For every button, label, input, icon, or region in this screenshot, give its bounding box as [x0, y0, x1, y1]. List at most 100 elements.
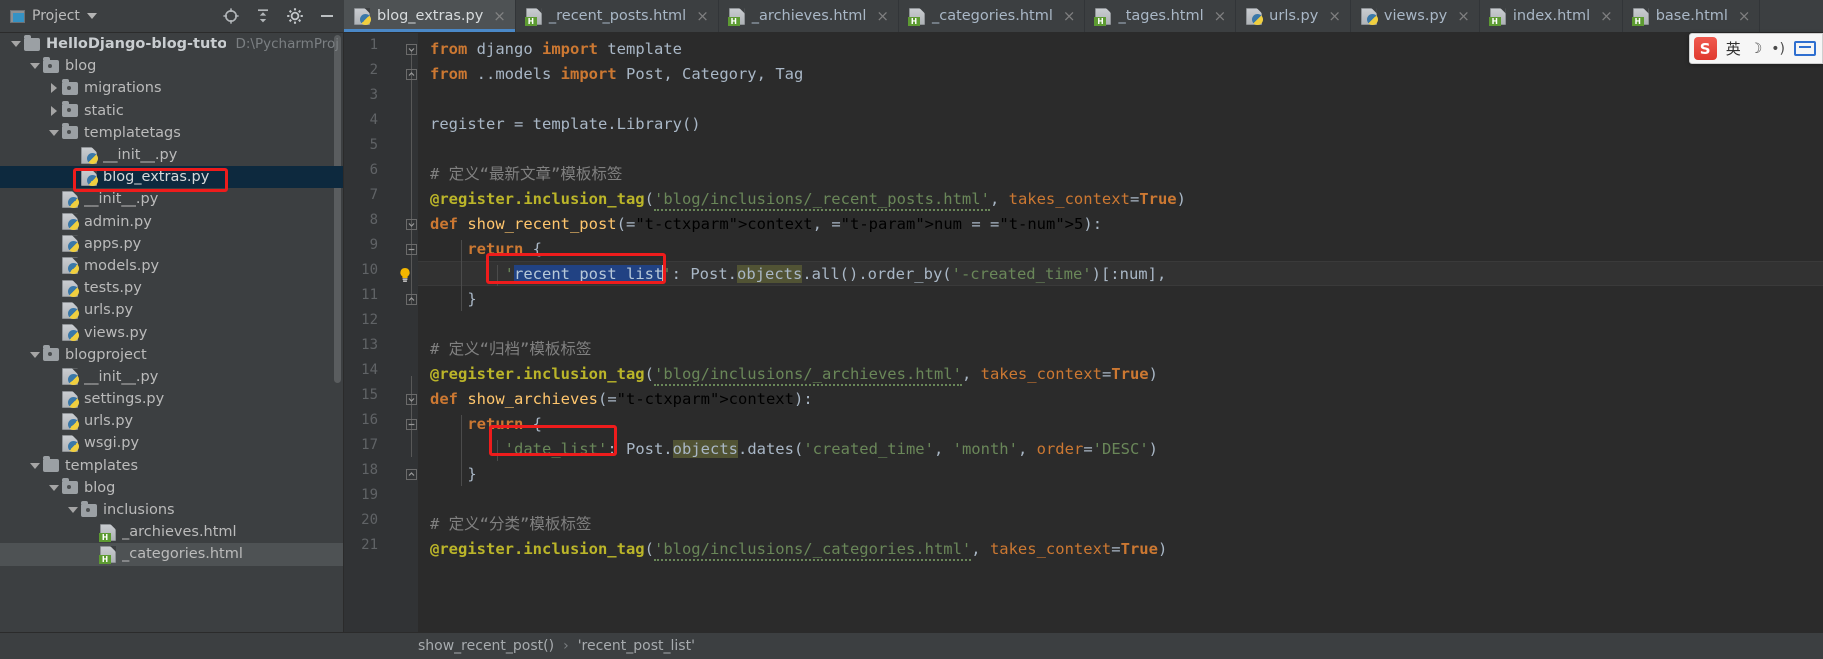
tree-item-templates[interactable]: templates [0, 455, 343, 477]
code-line[interactable]: from ..models import Post, Category, Tag [430, 62, 803, 87]
close-icon[interactable]: × [876, 8, 889, 24]
editor-tab-views-py[interactable]: views.py × [1351, 0, 1480, 32]
editor-tab-categories-html[interactable]: _categories.html × [899, 0, 1086, 32]
gutter-line-number: 1 [369, 37, 378, 53]
chevron-down-icon[interactable] [8, 41, 24, 48]
tree-item-urls-py[interactable]: urls.py [0, 410, 343, 432]
chevron-down-icon[interactable] [46, 484, 62, 491]
tree-item-hellodjango-blog-tutorial-fxd[interactable]: HelloDjango-blog-tutorial-fxd D:\PycharmP… [0, 33, 343, 55]
fold-rail [411, 376, 412, 457]
folder-module-icon [43, 56, 59, 73]
python-file-icon [62, 190, 79, 208]
code-line[interactable]: 'recent_post_list': Post.objects.all().o… [430, 262, 1166, 287]
project-tree[interactable]: HelloDjango-blog-tutorial-fxd D:\PycharmP… [0, 33, 344, 632]
tree-item-init-py[interactable]: __init__.py [0, 188, 343, 210]
code-line[interactable]: from django import template [430, 37, 682, 62]
editor-tab-archieves-html[interactable]: _archieves.html × [719, 0, 899, 32]
tree-item-blogproject[interactable]: blogproject [0, 344, 343, 366]
tree-item-init-py[interactable]: __init__.py [0, 144, 343, 166]
code-line[interactable]: # 定义“最新文章”模板标签 [430, 162, 622, 187]
keyboard-icon[interactable] [1794, 41, 1816, 56]
close-icon[interactable]: × [1457, 8, 1470, 24]
close-icon[interactable]: × [1600, 8, 1613, 24]
tree-item-migrations[interactable]: migrations [0, 77, 343, 99]
code-line[interactable]: # 定义“分类”模板标签 [430, 512, 591, 537]
collapse-all-icon[interactable] [254, 7, 272, 25]
code-line[interactable]: def show_archieves(="t-ctxparm">context)… [430, 387, 813, 412]
chevron-down-icon[interactable] [27, 351, 43, 358]
code-line[interactable]: @register.inclusion_tag('blog/inclusions… [430, 187, 1186, 212]
project-panel-title[interactable]: Project [10, 8, 97, 24]
editor-tab-blog-extras-py[interactable]: blog_extras.py × [344, 0, 516, 32]
editor-tab-recent-posts-html[interactable]: _recent_posts.html × [516, 0, 719, 32]
tree-item-urls-py[interactable]: urls.py [0, 299, 343, 321]
tree-item-models-py[interactable]: models.py [0, 255, 343, 277]
code-line[interactable]: } [430, 462, 476, 487]
code-fold-toggle-icon[interactable] [406, 394, 417, 405]
tree-item-templatetags[interactable]: templatetags [0, 122, 343, 144]
tree-item-wsgi-py[interactable]: wsgi.py [0, 432, 343, 454]
tree-item-static[interactable]: static [0, 100, 343, 122]
gear-icon[interactable] [286, 7, 304, 25]
tree-item-inclusions[interactable]: inclusions [0, 499, 343, 521]
code-line[interactable]: # 定义“归档”模板标签 [430, 337, 591, 362]
breadcrumb-item-function[interactable]: show_recent_post() [418, 638, 554, 654]
editor-tab-base-html[interactable]: base.html × [1623, 0, 1761, 32]
code-editor[interactable]: 1 2 3 4 5 6 7 8 9 10 11 12 13 14 15 16 17 18 19 20 21 from d… [344, 33, 1823, 632]
moon-icon[interactable]: ☽ [1750, 41, 1763, 57]
tree-item-categories-html[interactable]: _categories.html [0, 543, 343, 566]
ime-mode-label[interactable]: 英 [1726, 38, 1741, 59]
code-line[interactable]: return { [430, 412, 542, 437]
chevron-right-icon[interactable] [46, 83, 62, 94]
close-icon[interactable]: × [696, 8, 709, 24]
editor-tab-index-html[interactable]: index.html × [1480, 0, 1623, 32]
code-fold-toggle-icon[interactable] [406, 419, 417, 430]
microphone-icon[interactable]: •) [1771, 41, 1785, 57]
tree-item-views-py[interactable]: views.py [0, 321, 343, 343]
code-line[interactable]: @register.inclusion_tag('blog/inclusions… [430, 362, 1158, 387]
minimize-icon[interactable] [318, 7, 336, 25]
tree-item-blog[interactable]: blog [0, 477, 343, 499]
close-icon[interactable]: × [1328, 8, 1341, 24]
chevron-right-icon[interactable] [46, 105, 62, 116]
code-fold-toggle-icon[interactable] [406, 44, 417, 55]
chevron-down-icon[interactable] [65, 507, 81, 514]
chevron-down-icon[interactable] [46, 129, 62, 136]
code-fold-toggle-icon[interactable] [406, 219, 417, 230]
tree-item-tests-py[interactable]: tests.py [0, 277, 343, 299]
tree-item-apps-py[interactable]: apps.py [0, 233, 343, 255]
code-line[interactable]: 'date_list': Post.objects.dates('created… [430, 437, 1158, 462]
tree-item-archieves-html[interactable]: _archieves.html [0, 521, 343, 543]
tree-item-blog-extras-py[interactable]: blog_extras.py [0, 166, 343, 189]
breadcrumb-item-key[interactable]: 'recent_post_list' [578, 638, 695, 654]
code-line[interactable]: return { [430, 237, 542, 262]
editor-tab-urls-py[interactable]: urls.py × [1236, 0, 1351, 32]
code-line[interactable]: } [430, 287, 476, 312]
editor-tab-label: _categories.html [931, 8, 1053, 24]
tree-item-init-py[interactable]: __init__.py [0, 366, 343, 388]
lightbulb-icon[interactable] [398, 267, 412, 283]
locate-icon[interactable] [222, 7, 240, 25]
chevron-down-icon[interactable] [27, 462, 43, 469]
python-file-icon [62, 257, 79, 275]
close-icon[interactable]: × [493, 8, 506, 24]
chevron-down-icon[interactable] [27, 63, 43, 70]
code-line[interactable]: @register.inclusion_tag('blog/inclusions… [430, 537, 1167, 562]
close-icon[interactable]: × [1738, 8, 1751, 24]
code-line[interactable]: register = template.Library() [430, 112, 701, 137]
ime-toolbar[interactable]: S 英 ☽ •) [1688, 33, 1823, 64]
code-fold-toggle-icon[interactable] [406, 69, 417, 80]
editor-tab-tages-html[interactable]: _tages.html × [1085, 0, 1237, 32]
code-fold-toggle-icon[interactable] [406, 469, 417, 480]
chevron-down-icon[interactable] [86, 13, 97, 19]
tree-item-blog[interactable]: blog [0, 55, 343, 77]
close-icon[interactable]: × [1063, 8, 1076, 24]
code-line[interactable]: def show_recent_post(="t-ctxparm">contex… [430, 212, 1102, 237]
tree-item-admin-py[interactable]: admin.py [0, 211, 343, 233]
code-fold-toggle-icon[interactable] [406, 244, 417, 255]
editor-code-area[interactable]: from django import template from ..models… [418, 33, 1823, 632]
code-fold-toggle-icon[interactable] [406, 294, 417, 305]
editor-gutter[interactable]: 1 2 3 4 5 6 7 8 9 10 11 12 13 14 15 16 17 18 19 20 21 [344, 33, 418, 632]
tree-item-settings-py[interactable]: settings.py [0, 388, 343, 410]
close-icon[interactable]: × [1214, 8, 1227, 24]
